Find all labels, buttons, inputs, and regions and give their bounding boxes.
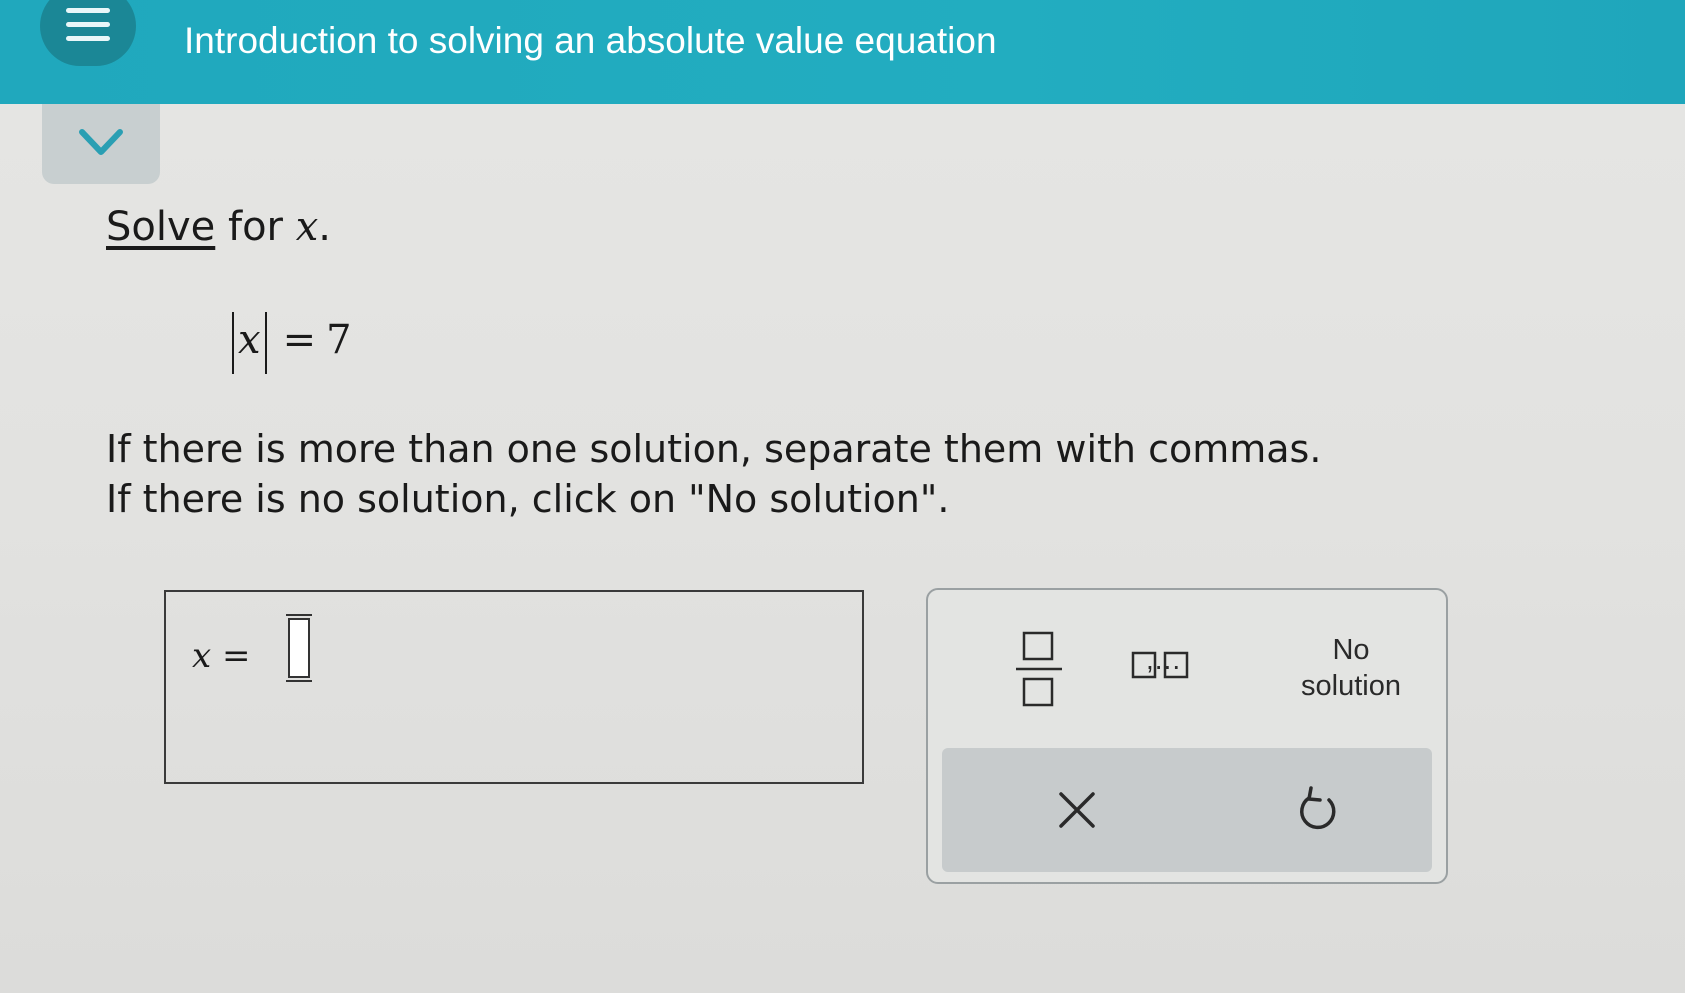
prompt-period: . bbox=[318, 204, 331, 250]
fraction-button[interactable] bbox=[994, 624, 1084, 714]
no-solution-button[interactable]: No solution bbox=[1288, 628, 1414, 708]
no-solution-line-1: No bbox=[1332, 634, 1370, 666]
collapse-button[interactable] bbox=[42, 104, 160, 184]
undo-arrow-icon bbox=[1300, 786, 1336, 830]
header-bar: Introduction to solving an absolute valu… bbox=[0, 0, 1685, 104]
list-ellipsis: ,... bbox=[1146, 644, 1182, 675]
equation-rhs: 7 bbox=[326, 317, 352, 363]
topic-title: Introduction to solving an absolute valu… bbox=[184, 20, 997, 61]
hamburger-menu-icon[interactable] bbox=[40, 0, 136, 66]
solve-link[interactable]: Solve bbox=[106, 204, 215, 250]
fraction-template-icon bbox=[1016, 631, 1062, 707]
undo-button[interactable] bbox=[1272, 770, 1362, 850]
menu-line bbox=[66, 22, 110, 27]
problem-prompt: Solve for x. bbox=[106, 204, 331, 250]
instructions: If there is more than one solution, sepa… bbox=[106, 424, 1321, 524]
absolute-bar-right bbox=[264, 312, 267, 374]
clear-x-icon bbox=[1059, 792, 1095, 828]
clear-button[interactable] bbox=[1032, 770, 1122, 850]
prompt-text: for bbox=[215, 204, 296, 250]
menu-line bbox=[66, 8, 110, 13]
instruction-line-2: If there is no solution, click on "No so… bbox=[106, 477, 950, 521]
no-solution-label: No solution bbox=[1301, 632, 1401, 704]
answer-area[interactable]: x = bbox=[164, 590, 864, 784]
menu-line bbox=[66, 36, 110, 41]
keypad-action-bar bbox=[942, 748, 1432, 872]
comma-list-button[interactable]: ,... bbox=[1122, 630, 1246, 700]
answer-input[interactable] bbox=[286, 614, 312, 682]
no-solution-line-2: solution bbox=[1301, 670, 1401, 702]
instruction-line-1: If there is more than one solution, sepa… bbox=[106, 427, 1322, 471]
equation: x = 7 bbox=[228, 312, 352, 374]
equation-variable: x bbox=[238, 317, 261, 363]
chevron-down-icon bbox=[79, 129, 123, 155]
math-keypad: ,... No solution bbox=[926, 588, 1448, 884]
absolute-bar-left bbox=[232, 312, 234, 374]
answer-label: x = bbox=[192, 636, 251, 676]
equation-equals: = bbox=[282, 317, 317, 363]
prompt-variable: x bbox=[295, 204, 319, 250]
